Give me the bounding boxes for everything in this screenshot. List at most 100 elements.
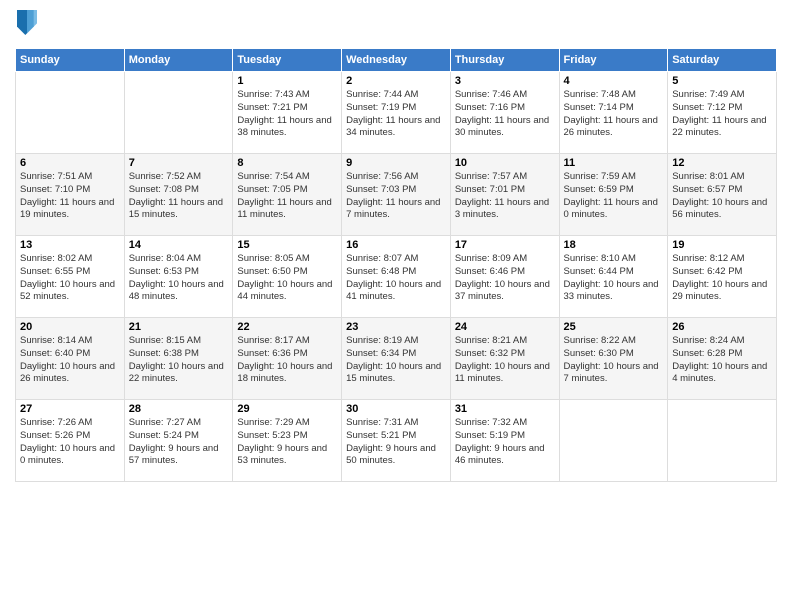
calendar-cell: 3 Sunrise: 7:46 AMSunset: 7:16 PMDaylight… (450, 72, 559, 154)
day-number: 4 (564, 75, 664, 87)
calendar-week-row: 27 Sunrise: 7:26 AMSunset: 5:26 PMDayligh… (16, 400, 777, 482)
day-info: Sunrise: 8:21 AMSunset: 6:32 PMDaylight:… (455, 335, 555, 386)
calendar-cell: 18 Sunrise: 8:10 AMSunset: 6:44 PMDayligh… (559, 236, 668, 318)
calendar-cell: 25 Sunrise: 8:22 AMSunset: 6:30 PMDayligh… (559, 318, 668, 400)
day-number: 16 (346, 239, 446, 251)
day-number: 1 (237, 75, 337, 87)
calendar-cell: 8 Sunrise: 7:54 AMSunset: 7:05 PMDaylight… (233, 154, 342, 236)
day-info: Sunrise: 7:46 AMSunset: 7:16 PMDaylight:… (455, 89, 555, 140)
calendar-cell: 16Sunrise: 8:07 AMSunset: 6:48 PMDayligh… (342, 236, 451, 318)
calendar-day-header: Sunday (16, 49, 125, 72)
calendar-cell: 11 Sunrise: 7:59 AMSunset: 6:59 PMDayligh… (559, 154, 668, 236)
calendar-week-row: 13 Sunrise: 8:02 AMSunset: 6:55 PMDayligh… (16, 236, 777, 318)
day-info: Sunrise: 7:52 AMSunset: 7:08 PMDaylight:… (129, 171, 229, 222)
logo (15, 10, 37, 40)
day-number: 17 (455, 239, 555, 251)
calendar-cell: 17Sunrise: 8:09 AMSunset: 6:46 PMDayligh… (450, 236, 559, 318)
day-number: 8 (237, 157, 337, 169)
calendar-day-header: Saturday (668, 49, 777, 72)
day-number: 9 (346, 157, 446, 169)
calendar-cell: 27 Sunrise: 7:26 AMSunset: 5:26 PMDayligh… (16, 400, 125, 482)
day-number: 15 (237, 239, 337, 251)
day-info: Sunrise: 8:19 AMSunset: 6:34 PMDaylight:… (346, 335, 446, 386)
day-number: 22 (237, 321, 337, 333)
calendar-week-row: 6 Sunrise: 7:51 AMSunset: 7:10 PMDaylight… (16, 154, 777, 236)
page: SundayMondayTuesdayWednesdayThursdayFrid… (0, 0, 792, 612)
day-number: 20 (20, 321, 120, 333)
logo-icon (17, 10, 37, 40)
day-number: 10 (455, 157, 555, 169)
calendar-day-header: Wednesday (342, 49, 451, 72)
day-info: Sunrise: 8:05 AMSunset: 6:50 PMDaylight:… (237, 253, 337, 304)
day-info: Sunrise: 7:49 AMSunset: 7:12 PMDaylight:… (672, 89, 772, 140)
day-info: Sunrise: 7:48 AMSunset: 7:14 PMDaylight:… (564, 89, 664, 140)
calendar-cell: 26 Sunrise: 8:24 AMSunset: 6:28 PMDayligh… (668, 318, 777, 400)
day-number: 18 (564, 239, 664, 251)
calendar-cell: 13 Sunrise: 8:02 AMSunset: 6:55 PMDayligh… (16, 236, 125, 318)
calendar-cell (668, 400, 777, 482)
day-info: Sunrise: 7:26 AMSunset: 5:26 PMDaylight:… (20, 417, 120, 468)
day-info: Sunrise: 7:32 AMSunset: 5:19 PMDaylight:… (455, 417, 555, 468)
calendar-cell: 1 Sunrise: 7:43 AMSunset: 7:21 PMDaylight… (233, 72, 342, 154)
day-number: 7 (129, 157, 229, 169)
day-info: Sunrise: 7:59 AMSunset: 6:59 PMDaylight:… (564, 171, 664, 222)
day-number: 5 (672, 75, 772, 87)
calendar-cell: 20 Sunrise: 8:14 AMSunset: 6:40 PMDayligh… (16, 318, 125, 400)
calendar-cell: 12Sunrise: 8:01 AMSunset: 6:57 PMDayligh… (668, 154, 777, 236)
day-info: Sunrise: 7:43 AMSunset: 7:21 PMDaylight:… (237, 89, 337, 140)
day-number: 28 (129, 403, 229, 415)
day-number: 30 (346, 403, 446, 415)
calendar-cell: 2Sunrise: 7:44 AMSunset: 7:19 PMDaylight… (342, 72, 451, 154)
day-info: Sunrise: 7:54 AMSunset: 7:05 PMDaylight:… (237, 171, 337, 222)
day-info: Sunrise: 8:22 AMSunset: 6:30 PMDaylight:… (564, 335, 664, 386)
calendar-cell (16, 72, 125, 154)
day-info: Sunrise: 8:10 AMSunset: 6:44 PMDaylight:… (564, 253, 664, 304)
calendar-cell: 23Sunrise: 8:19 AMSunset: 6:34 PMDayligh… (342, 318, 451, 400)
calendar-week-row: 1 Sunrise: 7:43 AMSunset: 7:21 PMDaylight… (16, 72, 777, 154)
calendar-day-header: Monday (124, 49, 233, 72)
day-number: 25 (564, 321, 664, 333)
calendar-cell: 10 Sunrise: 7:57 AMSunset: 7:01 PMDayligh… (450, 154, 559, 236)
calendar-day-header: Thursday (450, 49, 559, 72)
day-number: 29 (237, 403, 337, 415)
day-info: Sunrise: 8:17 AMSunset: 6:36 PMDaylight:… (237, 335, 337, 386)
calendar-week-row: 20 Sunrise: 8:14 AMSunset: 6:40 PMDayligh… (16, 318, 777, 400)
day-info: Sunrise: 7:57 AMSunset: 7:01 PMDaylight:… (455, 171, 555, 222)
day-info: Sunrise: 7:51 AMSunset: 7:10 PMDaylight:… (20, 171, 120, 222)
calendar-cell (124, 72, 233, 154)
calendar-cell: 14Sunrise: 8:04 AMSunset: 6:53 PMDayligh… (124, 236, 233, 318)
calendar-cell: 15 Sunrise: 8:05 AMSunset: 6:50 PMDayligh… (233, 236, 342, 318)
day-number: 27 (20, 403, 120, 415)
calendar-cell: 31 Sunrise: 7:32 AMSunset: 5:19 PMDayligh… (450, 400, 559, 482)
calendar-cell: 22 Sunrise: 8:17 AMSunset: 6:36 PMDayligh… (233, 318, 342, 400)
calendar-cell: 7 Sunrise: 7:52 AMSunset: 7:08 PMDaylight… (124, 154, 233, 236)
calendar-day-header: Tuesday (233, 49, 342, 72)
calendar-cell: 6 Sunrise: 7:51 AMSunset: 7:10 PMDaylight… (16, 154, 125, 236)
day-number: 31 (455, 403, 555, 415)
day-number: 6 (20, 157, 120, 169)
day-info: Sunrise: 7:31 AMSunset: 5:21 PMDaylight:… (346, 417, 446, 468)
calendar-cell: 5 Sunrise: 7:49 AMSunset: 7:12 PMDaylight… (668, 72, 777, 154)
day-number: 26 (672, 321, 772, 333)
calendar-cell: 21Sunrise: 8:15 AMSunset: 6:38 PMDayligh… (124, 318, 233, 400)
day-number: 3 (455, 75, 555, 87)
day-info: Sunrise: 8:02 AMSunset: 6:55 PMDaylight:… (20, 253, 120, 304)
calendar-cell: 28 Sunrise: 7:27 AMSunset: 5:24 PMDayligh… (124, 400, 233, 482)
day-number: 14 (129, 239, 229, 251)
day-info: Sunrise: 8:24 AMSunset: 6:28 PMDaylight:… (672, 335, 772, 386)
calendar-cell: 4 Sunrise: 7:48 AMSunset: 7:14 PMDaylight… (559, 72, 668, 154)
day-info: Sunrise: 8:01 AMSunset: 6:57 PMDaylight:… (672, 171, 772, 222)
calendar-table: SundayMondayTuesdayWednesdayThursdayFrid… (15, 48, 777, 482)
day-info: Sunrise: 8:14 AMSunset: 6:40 PMDaylight:… (20, 335, 120, 386)
day-info: Sunrise: 8:12 AMSunset: 6:42 PMDaylight:… (672, 253, 772, 304)
day-number: 11 (564, 157, 664, 169)
day-number: 21 (129, 321, 229, 333)
calendar-cell: 19Sunrise: 8:12 AMSunset: 6:42 PMDayligh… (668, 236, 777, 318)
calendar-cell (559, 400, 668, 482)
day-info: Sunrise: 7:29 AMSunset: 5:23 PMDaylight:… (237, 417, 337, 468)
calendar-cell: 29 Sunrise: 7:29 AMSunset: 5:23 PMDayligh… (233, 400, 342, 482)
day-info: Sunrise: 7:56 AMSunset: 7:03 PMDaylight:… (346, 171, 446, 222)
day-info: Sunrise: 7:27 AMSunset: 5:24 PMDaylight:… (129, 417, 229, 468)
day-number: 13 (20, 239, 120, 251)
header (15, 10, 777, 40)
